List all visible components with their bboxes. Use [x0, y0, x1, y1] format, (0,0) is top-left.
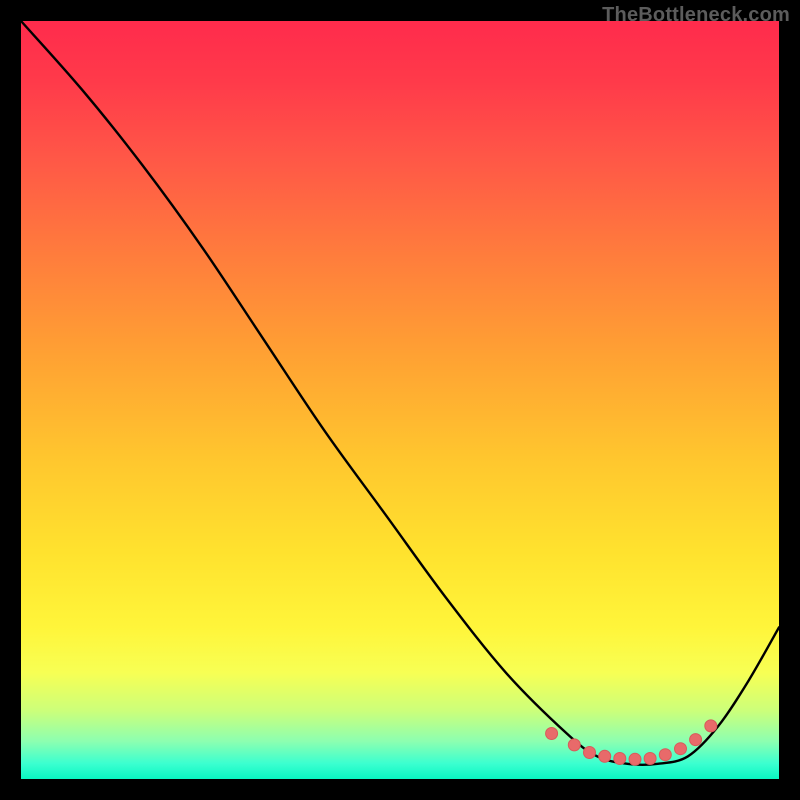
- optimum-dots-group: [546, 720, 717, 765]
- optimum-dot: [629, 753, 641, 765]
- optimum-dot: [644, 753, 656, 765]
- plot-area: [21, 21, 779, 779]
- optimum-dot: [546, 728, 558, 740]
- optimum-dot: [614, 753, 626, 765]
- curve-svg: [21, 21, 779, 779]
- optimum-dot: [659, 749, 671, 761]
- optimum-dot: [690, 734, 702, 746]
- optimum-dot: [584, 747, 596, 759]
- optimum-dot: [568, 739, 580, 751]
- optimum-dot: [599, 750, 611, 762]
- bottleneck-curve-path: [21, 21, 779, 765]
- optimum-dot: [675, 743, 687, 755]
- chart-stage: TheBottleneck.com: [0, 0, 800, 800]
- optimum-dot: [705, 720, 717, 732]
